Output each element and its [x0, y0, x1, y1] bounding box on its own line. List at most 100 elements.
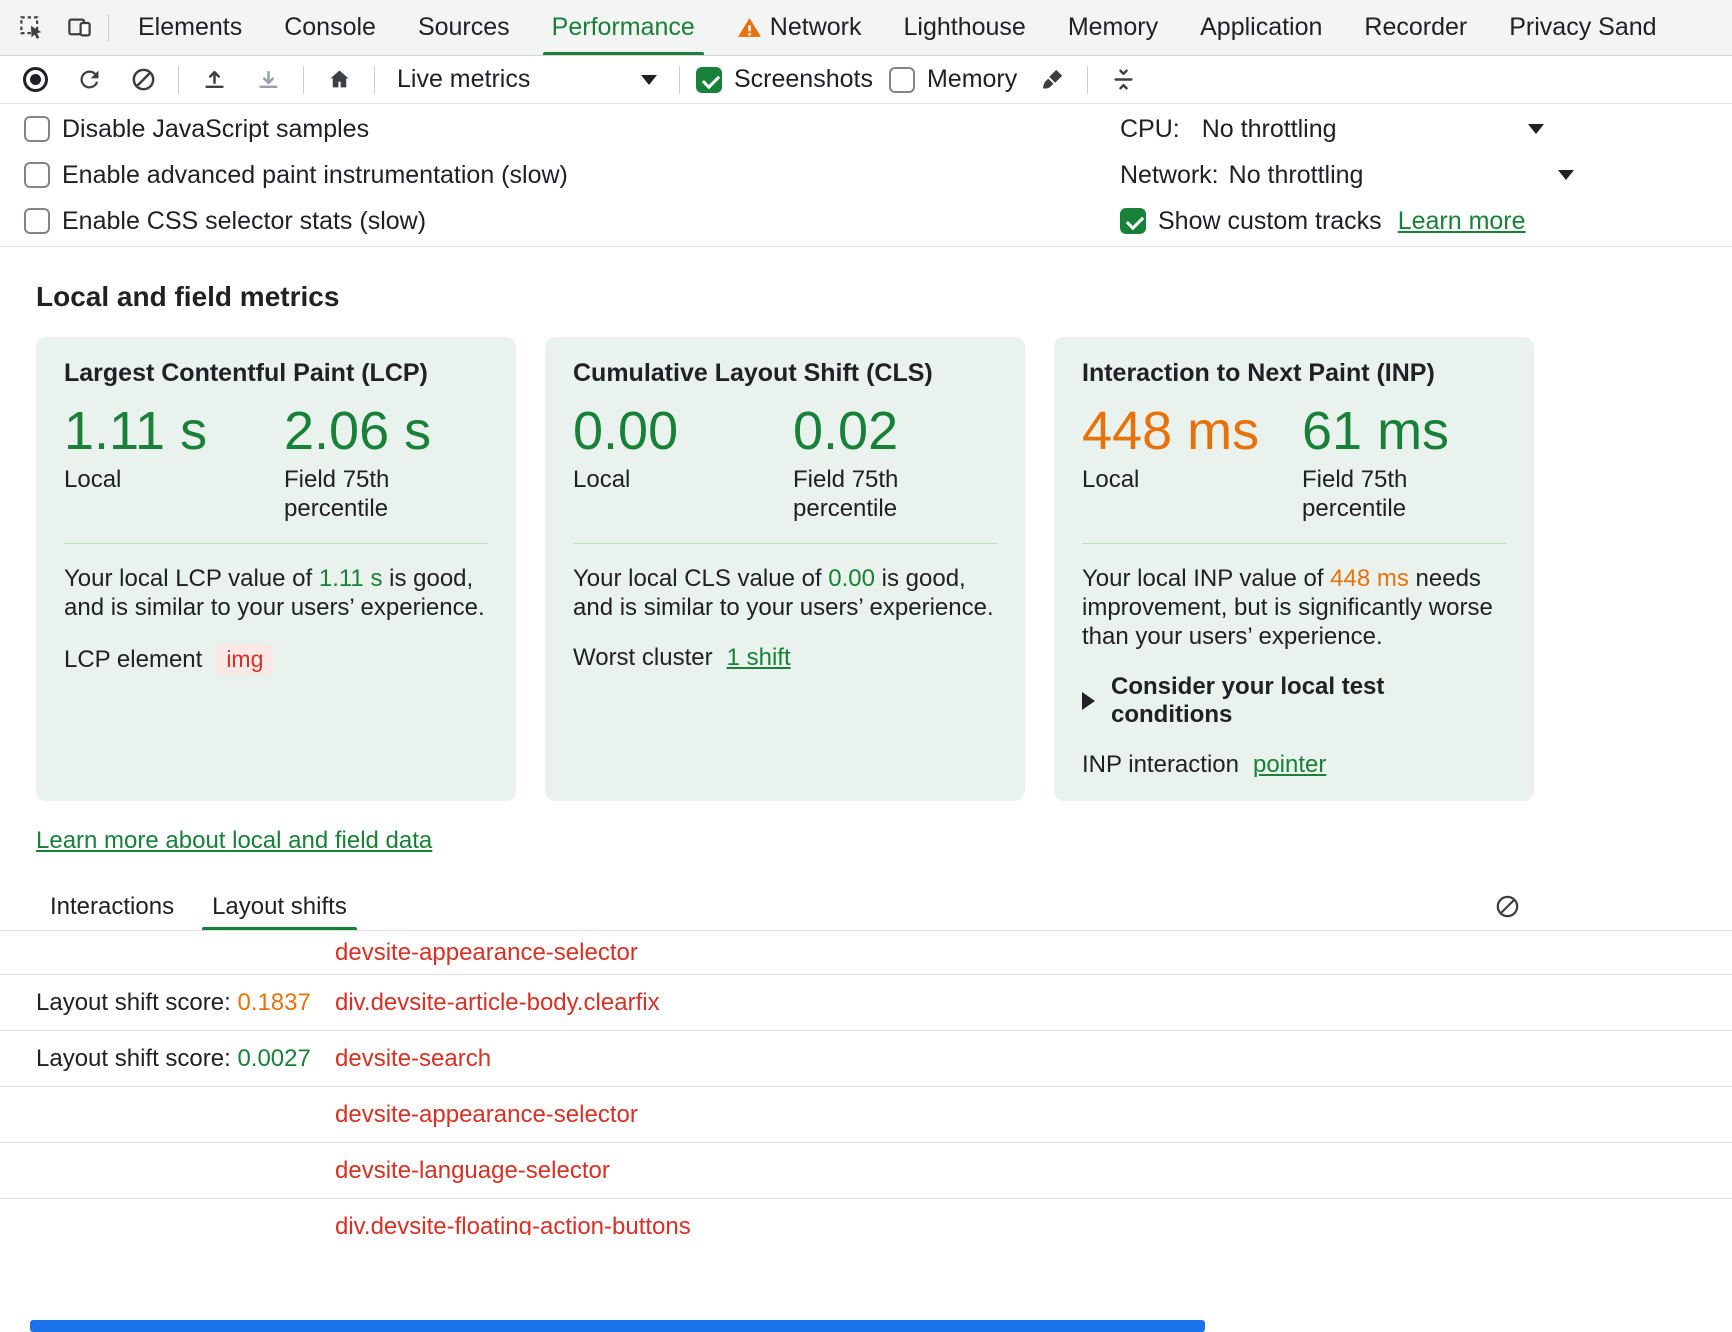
- live-metrics-view: Local and field metrics Largest Contentf…: [0, 281, 1732, 1235]
- shifted-element-link[interactable]: div.devsite-article-body.clearfix: [335, 989, 660, 1017]
- performance-toolbar: Live metrics Screenshots Memory: [0, 56, 1732, 104]
- tabbar-icons: [0, 0, 117, 55]
- tab-sources[interactable]: Sources: [397, 0, 531, 55]
- inp-description: Your local INP value of 448 ms needs imp…: [1082, 564, 1506, 651]
- divider: [1082, 543, 1506, 544]
- screenshots-checkbox[interactable]: Screenshots: [696, 65, 873, 94]
- options-row: Enable CSS selector stats (slow) Show cu…: [0, 198, 1732, 244]
- shifted-element-link[interactable]: devsite-appearance-selector: [335, 1101, 638, 1129]
- lcp-description: Your local LCP value of 1.11 s is good, …: [64, 564, 488, 622]
- custom-tracks-learn-more-link[interactable]: Learn more: [1398, 207, 1526, 236]
- layout-shift-row: devsite-appearance-selector: [0, 1087, 1732, 1143]
- separator: [303, 66, 304, 94]
- layout-shift-row: div.devsite-floating-action-buttons: [0, 1199, 1732, 1235]
- upload-profile-button[interactable]: [195, 61, 233, 99]
- separator: [1087, 66, 1088, 94]
- layout-shift-row: Layout shift score: 0.0027 devsite-searc…: [0, 1031, 1732, 1087]
- page-title: Local and field metrics: [36, 281, 1696, 313]
- checkbox-unchecked-icon: [24, 162, 50, 188]
- shifted-element-link[interactable]: devsite-language-selector: [335, 1157, 610, 1185]
- lcp-element-label: LCP element: [64, 646, 202, 674]
- checkbox-unchecked-icon: [889, 67, 915, 93]
- log-section: Interactions Layout shifts devsite-appea…: [0, 883, 1732, 1235]
- worst-cluster-link[interactable]: 1 shift: [727, 644, 791, 672]
- separator: [374, 66, 375, 94]
- show-custom-tracks-checkbox[interactable]: Show custom tracks: [1120, 207, 1382, 236]
- log-tabs: Interactions Layout shifts: [0, 883, 1732, 931]
- chevron-down-icon[interactable]: [1558, 170, 1574, 180]
- inp-interaction-label: INP interaction: [1082, 751, 1239, 779]
- inspect-icon[interactable]: [12, 9, 50, 47]
- tab-lighthouse[interactable]: Lighthouse: [882, 0, 1046, 55]
- cpu-label: CPU:: [1120, 115, 1180, 144]
- layout-shift-row: devsite-appearance-selector: [0, 931, 1732, 975]
- tab-application[interactable]: Application: [1179, 0, 1343, 55]
- checkbox-unchecked-icon: [24, 116, 50, 142]
- cpu-throttle-select[interactable]: No throttling: [1202, 115, 1337, 144]
- home-button[interactable]: [320, 61, 358, 99]
- settings-pane: Disable JavaScript samples CPU: No throt…: [0, 104, 1732, 247]
- card-title: Largest Contentful Paint (LCP): [64, 359, 488, 387]
- view-mode-label: Live metrics: [397, 65, 530, 94]
- tab-elements[interactable]: Elements: [117, 0, 263, 55]
- options-row: Disable JavaScript samples CPU: No throt…: [0, 106, 1732, 152]
- download-profile-button[interactable]: [249, 61, 287, 99]
- memory-checkbox[interactable]: Memory: [889, 65, 1017, 94]
- tab-network[interactable]: Network: [716, 0, 883, 55]
- divider: [64, 543, 488, 544]
- disable-js-samples-checkbox[interactable]: Disable JavaScript samples: [24, 115, 369, 144]
- metric-card-cls: Cumulative Layout Shift (CLS) 0.00 Local…: [545, 337, 1025, 801]
- device-toolbar-icon[interactable]: [60, 9, 98, 47]
- advanced-paint-instrumentation-checkbox[interactable]: Enable advanced paint instrumentation (s…: [24, 161, 568, 190]
- collapse-panel-icon[interactable]: [1104, 61, 1142, 99]
- tab-recorder[interactable]: Recorder: [1343, 0, 1488, 55]
- metric-card-inp: Interaction to Next Paint (INP) 448 ms L…: [1054, 337, 1534, 801]
- inp-local-value: 448 ms: [1082, 403, 1302, 459]
- tab-interactions[interactable]: Interactions: [36, 883, 188, 930]
- cls-local-value: 0.00: [573, 403, 793, 459]
- tab-memory[interactable]: Memory: [1047, 0, 1179, 55]
- record-button[interactable]: [16, 61, 54, 99]
- record-icon: [23, 67, 48, 92]
- card-title: Interaction to Next Paint (INP): [1082, 359, 1506, 387]
- inp-field-value: 61 ms: [1302, 403, 1506, 459]
- checkbox-checked-icon: [1120, 208, 1146, 234]
- lcp-local-value: 1.11 s: [64, 403, 284, 459]
- reload-and-record-button[interactable]: [70, 61, 108, 99]
- devtools-tabbar: Elements Console Sources Performance Net…: [0, 0, 1732, 56]
- chevron-down-icon[interactable]: [1528, 124, 1544, 134]
- tab-layout-shifts[interactable]: Layout shifts: [198, 883, 361, 930]
- warning-icon: [737, 15, 762, 40]
- inp-interaction-link[interactable]: pointer: [1253, 751, 1326, 779]
- chevron-down-icon: [641, 75, 657, 85]
- clear-log-button[interactable]: [1488, 888, 1526, 926]
- network-label: Network:: [1120, 161, 1219, 190]
- clear-button[interactable]: [124, 61, 162, 99]
- brush-icon-button[interactable]: [1033, 61, 1071, 99]
- css-selector-stats-checkbox[interactable]: Enable CSS selector stats (slow): [24, 207, 426, 236]
- tab-console[interactable]: Console: [263, 0, 397, 55]
- separator: [108, 14, 109, 42]
- shifted-element-link[interactable]: devsite-appearance-selector: [335, 939, 638, 967]
- divider: [573, 543, 997, 544]
- metric-card-lcp: Largest Contentful Paint (LCP) 1.11 s Lo…: [36, 337, 516, 801]
- tab-performance[interactable]: Performance: [531, 0, 716, 55]
- tab-privacy-sandbox[interactable]: Privacy Sand: [1488, 0, 1677, 55]
- selection-bar: [30, 1320, 1205, 1332]
- learn-more-field-data-link[interactable]: Learn more about local and field data: [36, 827, 432, 855]
- local-test-conditions-disclosure[interactable]: Consider your local test conditions: [1082, 673, 1506, 729]
- lcp-element-chip[interactable]: img: [216, 644, 273, 675]
- worst-cluster-label: Worst cluster: [573, 644, 713, 672]
- shifted-element-link[interactable]: div.devsite-floating-action-buttons: [335, 1213, 691, 1236]
- checkbox-unchecked-icon: [24, 208, 50, 234]
- shifted-element-link[interactable]: devsite-search: [335, 1045, 491, 1073]
- layout-shift-row: Layout shift score: 0.1837 div.devsite-a…: [0, 975, 1732, 1031]
- view-mode-select[interactable]: Live metrics: [391, 65, 663, 94]
- card-title: Cumulative Layout Shift (CLS): [573, 359, 997, 387]
- separator: [679, 66, 680, 94]
- metric-cards: Largest Contentful Paint (LCP) 1.11 s Lo…: [36, 337, 1696, 801]
- network-throttle-select[interactable]: No throttling: [1229, 161, 1364, 190]
- lcp-field-value: 2.06 s: [284, 403, 488, 459]
- cls-description: Your local CLS value of 0.00 is good, an…: [573, 564, 997, 622]
- cls-field-value: 0.02: [793, 403, 997, 459]
